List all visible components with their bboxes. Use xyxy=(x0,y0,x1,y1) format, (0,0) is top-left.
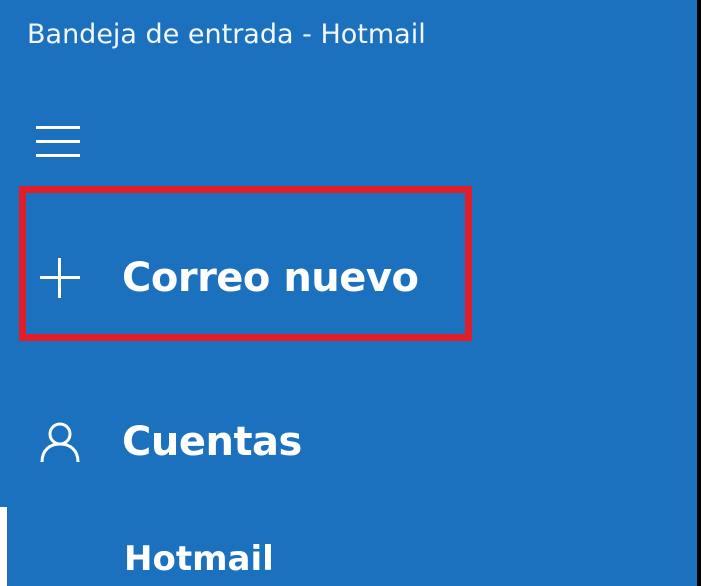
new-mail-label: Correo nuevo xyxy=(122,255,419,301)
selected-account-indicator xyxy=(0,507,7,586)
hamburger-icon[interactable] xyxy=(36,124,82,160)
person-icon xyxy=(38,420,82,464)
new-mail-button[interactable]: Correo nuevo xyxy=(38,240,419,316)
mail-app-sidebar: Bandeja de entrada - Hotmail Correo nuev… xyxy=(0,0,697,586)
accounts-button[interactable]: Cuentas xyxy=(38,406,302,478)
plus-icon xyxy=(38,256,82,300)
accounts-label: Cuentas xyxy=(122,419,302,465)
window-title: Bandeja de entrada - Hotmail xyxy=(27,19,426,50)
account-item-hotmail[interactable]: Hotmail xyxy=(124,534,274,584)
